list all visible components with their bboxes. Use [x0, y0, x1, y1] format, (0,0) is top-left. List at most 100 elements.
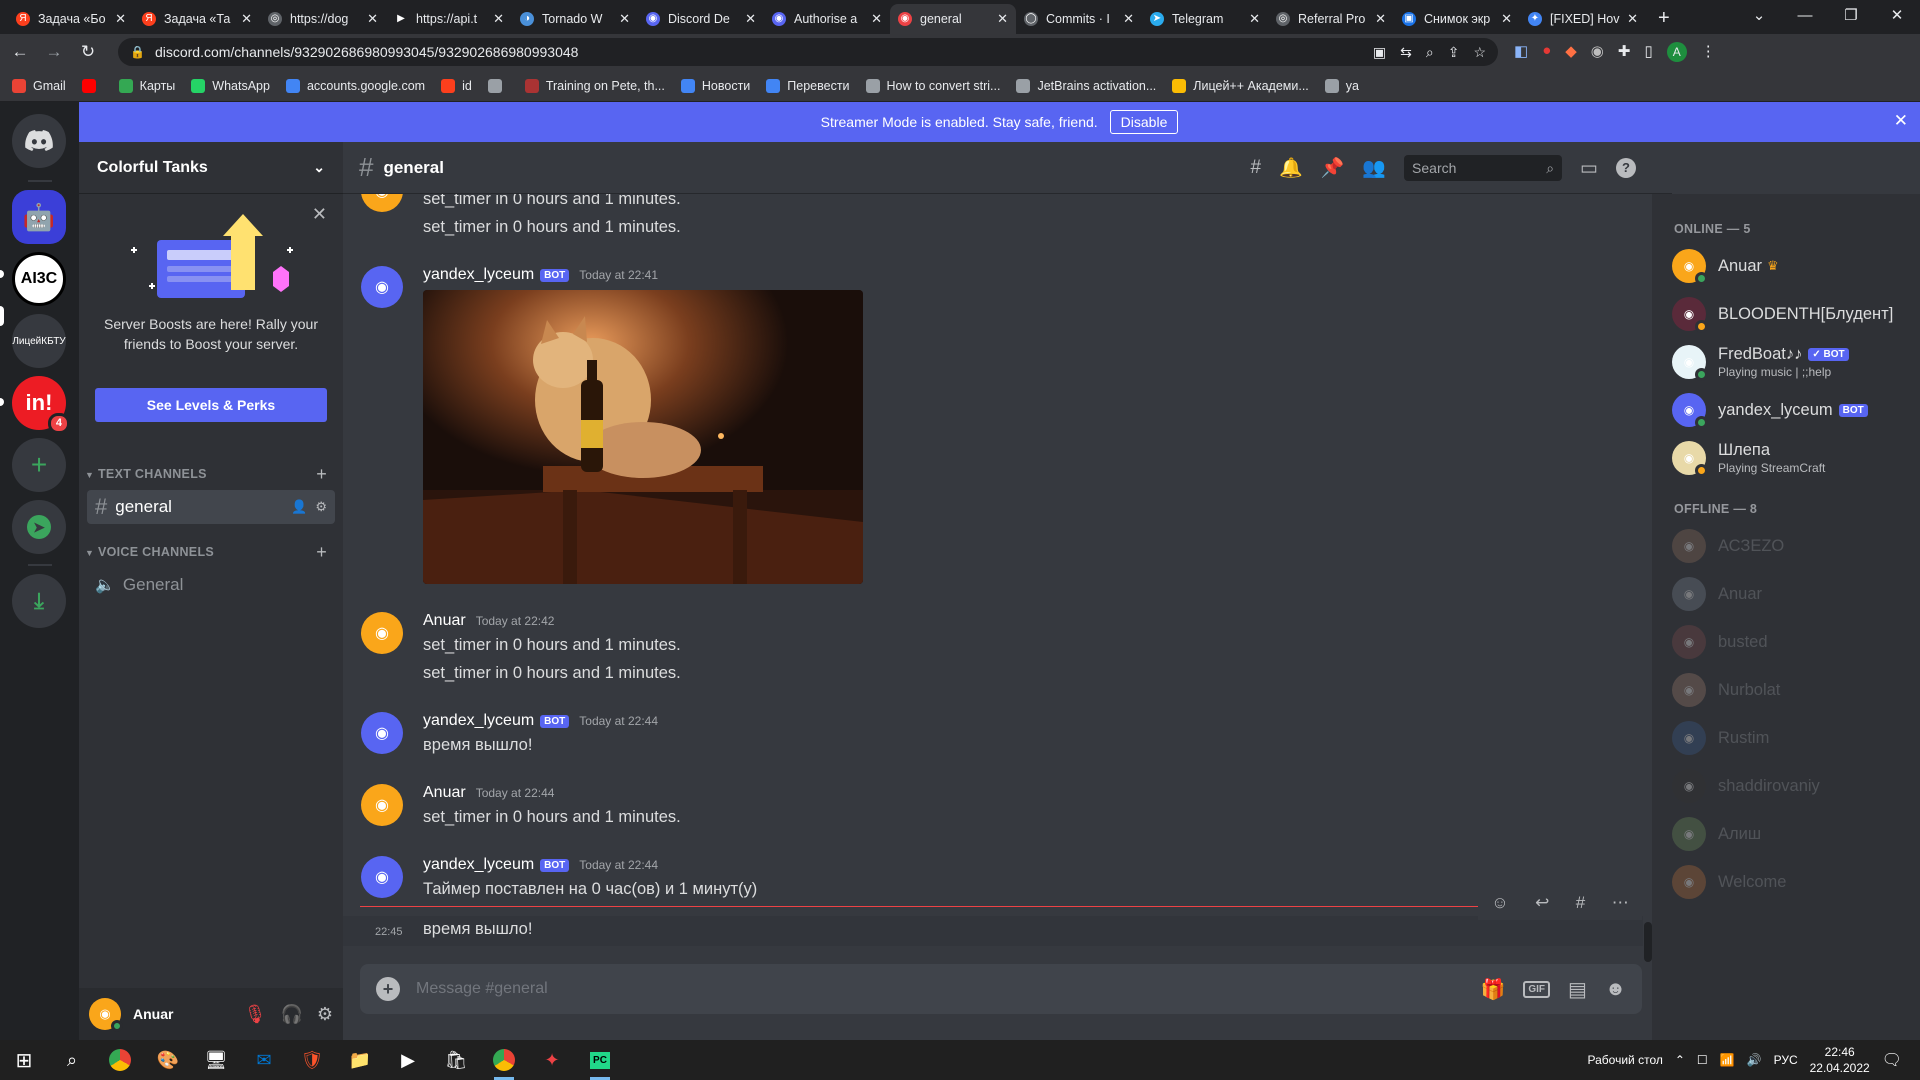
volume-icon[interactable]: 🔊	[1747, 1053, 1762, 1067]
gear-icon[interactable]: ⚙	[315, 499, 327, 515]
menu-kebab-icon[interactable]: ⋮	[1701, 42, 1716, 62]
share-icon[interactable]: ⇪	[1448, 44, 1460, 61]
extension-icon[interactable]: ◆	[1565, 42, 1577, 62]
browser-tab[interactable]: ◉ Discord De ✕	[638, 4, 764, 34]
bookmark-item[interactable]	[81, 78, 103, 93]
minimize-button[interactable]: —	[1782, 0, 1828, 34]
mute-mic-icon[interactable]: 🎙	[244, 1004, 267, 1025]
download-apps-button[interactable]: ⤓	[12, 574, 66, 628]
see-perks-button[interactable]: See Levels & Perks	[95, 388, 327, 422]
notification-icon[interactable]: 🗨	[1882, 1050, 1902, 1070]
camera-icon[interactable]: ▣	[1373, 44, 1386, 61]
browser-tab[interactable]: ✦ [FIXED] Hov ✕	[1520, 4, 1646, 34]
bookmark-item[interactable]: Gmail	[12, 78, 66, 93]
close-tab-icon[interactable]: ✕	[1501, 11, 1512, 27]
emoji-icon[interactable]: ☻	[1605, 978, 1626, 1001]
gear-icon[interactable]: ⚙	[317, 1004, 333, 1025]
tab-search-icon[interactable]: ⌄	[1736, 0, 1782, 34]
mail-icon[interactable]: ✉	[240, 1040, 288, 1080]
extension-icon[interactable]: ◉	[1591, 42, 1604, 62]
browser-tab[interactable]: ◎ https://dog ✕	[260, 4, 386, 34]
chrome-active-icon[interactable]	[480, 1040, 528, 1080]
close-tab-icon[interactable]: ✕	[1375, 11, 1386, 27]
bookmark-item[interactable]: accounts.google.com	[285, 78, 425, 93]
extension-icon[interactable]: ◧	[1514, 42, 1528, 62]
member-item[interactable]: ◉ Шлепа Playing StreamCraft	[1652, 434, 1920, 482]
member-item-offline[interactable]: ◉ АСЗЕZO	[1652, 522, 1920, 570]
browser-tab[interactable]: Я Задача «Бо ✕	[8, 4, 134, 34]
close-tab-icon[interactable]: ✕	[115, 11, 126, 27]
lock-icon[interactable]: 🔒	[130, 45, 145, 59]
bookmark-item[interactable]: id	[441, 78, 472, 93]
close-tab-icon[interactable]: ✕	[745, 11, 756, 27]
search-icon[interactable]: ⌕	[48, 1040, 96, 1080]
server-liceum[interactable]: ЛицейКБТУ	[12, 314, 66, 368]
members-icon[interactable]: 👥	[1362, 156, 1386, 180]
add-channel-icon[interactable]: +	[316, 464, 327, 485]
avatar[interactable]: ◉	[361, 856, 403, 898]
wifi-icon[interactable]: 📶	[1720, 1053, 1735, 1067]
brave-icon[interactable]: 🛡	[288, 1040, 336, 1080]
sticker-icon[interactable]: ▤	[1568, 977, 1587, 1002]
terminal-icon[interactable]: ▶	[384, 1040, 432, 1080]
language-indicator[interactable]: РУС	[1774, 1053, 1798, 1067]
close-tab-icon[interactable]: ✕	[1627, 11, 1638, 27]
close-tab-icon[interactable]: ✕	[493, 11, 504, 27]
translate-icon[interactable]: ⇆	[1400, 44, 1412, 61]
close-tab-icon[interactable]: ✕	[871, 11, 882, 27]
close-icon[interactable]: ✕	[312, 204, 327, 225]
member-item-offline[interactable]: ◉ Алиш	[1652, 810, 1920, 858]
category-voice-channels[interactable]: ▼ VOICE CHANNELS +	[79, 540, 343, 564]
gift-icon[interactable]: 🎁	[1480, 977, 1505, 1002]
bookmark-item[interactable]: Лицей++ Академи...	[1172, 78, 1309, 93]
help-icon[interactable]: ?	[1616, 158, 1636, 178]
bookmark-item[interactable]: WhatsApp	[191, 78, 270, 93]
member-item[interactable]: ◉ BLOODENTH[Блудент]	[1652, 290, 1920, 338]
channel-general[interactable]: # general 👤 ⚙	[87, 490, 335, 524]
message-input[interactable]	[416, 980, 1481, 998]
author-name[interactable]: Anuar	[423, 784, 466, 802]
chevron-up-icon[interactable]: ⌃	[1675, 1053, 1685, 1067]
browser-tab[interactable]: ◉ Authorise a ✕	[764, 4, 890, 34]
server-header[interactable]: Colorful Tanks ⌄	[79, 142, 343, 194]
create-thread-icon[interactable]: #	[1576, 893, 1585, 913]
server-robot[interactable]: 🤖	[12, 190, 66, 244]
close-tab-icon[interactable]: ✕	[367, 11, 378, 27]
bookmark-item[interactable]	[487, 78, 509, 93]
browser-tab[interactable]: ◉ general ✕	[890, 4, 1016, 34]
member-item-offline[interactable]: ◉ Anuar	[1652, 570, 1920, 618]
server-aijc[interactable]: AI3C	[12, 252, 66, 306]
pin-icon[interactable]: 📌	[1321, 156, 1345, 180]
member-item-offline[interactable]: ◉ Welcome	[1652, 858, 1920, 906]
browser-tab[interactable]: Я Задача «Та ✕	[134, 4, 260, 34]
discord-home-button[interactable]	[12, 114, 66, 168]
app-icon[interactable]: ✦	[528, 1040, 576, 1080]
member-item-offline[interactable]: ◉ busted	[1652, 618, 1920, 666]
reload-icon[interactable]: ↻	[74, 42, 102, 62]
avatar[interactable]: ◉	[361, 266, 403, 308]
browser-tab[interactable]: ➤ Telegram ✕	[1142, 4, 1268, 34]
sidepanel-icon[interactable]: ▯	[1644, 42, 1652, 62]
extension-icon[interactable]: ●	[1542, 42, 1551, 62]
store-icon[interactable]: 🛍	[432, 1040, 480, 1080]
search-input[interactable]: Search ⌕	[1404, 155, 1563, 181]
member-item-offline[interactable]: ◉ Nurbolat	[1652, 666, 1920, 714]
member-item[interactable]: ◉ yandex_lyceum BOT	[1652, 386, 1920, 434]
bookmark-item[interactable]: ya	[1324, 78, 1359, 93]
profile-avatar[interactable]: A	[1666, 42, 1687, 62]
browser-tab[interactable]: ▶ https://api.t ✕	[386, 4, 512, 34]
chrome-icon[interactable]	[96, 1040, 144, 1080]
bookmark-item[interactable]: How to convert stri...	[865, 78, 1000, 93]
threads-icon[interactable]: #	[1250, 157, 1261, 179]
close-tab-icon[interactable]: ✕	[1123, 11, 1134, 27]
avatar[interactable]: ◉	[89, 998, 123, 1032]
add-server-button[interactable]: +	[12, 438, 66, 492]
server-in[interactable]: in! 4	[12, 376, 70, 434]
gif-icon[interactable]: GIF	[1523, 980, 1551, 998]
author-name[interactable]: yandex_lyceum	[423, 712, 534, 730]
explorer-icon[interactable]: 📁	[336, 1040, 384, 1080]
app-icon[interactable]: 🖥	[192, 1040, 240, 1080]
image-attachment[interactable]	[423, 290, 863, 584]
avatar[interactable]: ◉	[361, 612, 403, 654]
extensions-puzzle-icon[interactable]: ✚	[1618, 42, 1631, 62]
